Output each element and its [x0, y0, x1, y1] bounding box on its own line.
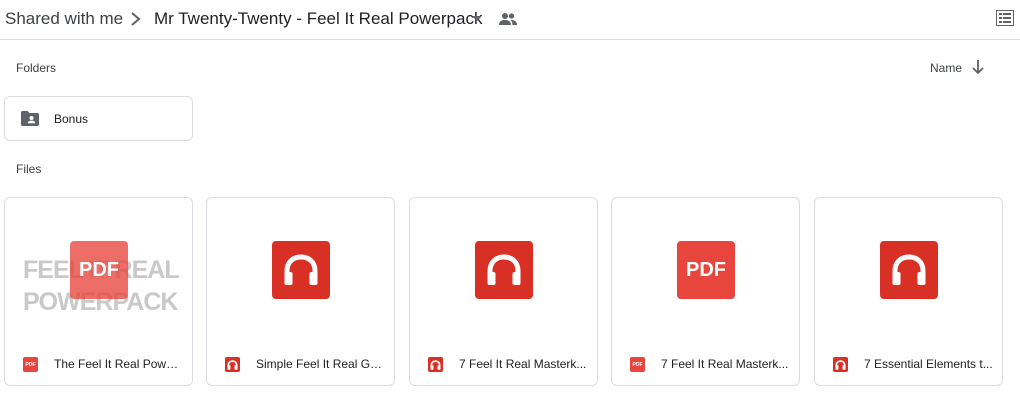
shared-people-icon	[499, 13, 517, 25]
file-thumbnail: PDF	[612, 198, 799, 342]
pdf-file-icon: PDF	[630, 357, 645, 372]
file-footer: 7 Essential Elements t...	[815, 342, 1002, 385]
file-thumbnail: FEEL IT REAL POWERPACK PDF	[5, 198, 192, 342]
pdf-icon: PDF	[70, 241, 128, 299]
pdf-file-icon: PDF	[23, 357, 38, 372]
file-card[interactable]: FEEL IT REAL POWERPACK PDF PDF The Feel …	[4, 197, 193, 386]
file-card[interactable]: 7 Essential Elements t...	[814, 197, 1003, 386]
file-card[interactable]: Simple Feel It Real Gui...	[206, 197, 395, 386]
folders-section-label: Folders	[16, 61, 57, 75]
breadcrumb-bar: Shared with me Mr Twenty-Twenty - Feel I…	[0, 0, 1020, 40]
headphones-icon	[880, 241, 938, 299]
shared-folder-icon	[21, 111, 39, 126]
headphones-icon	[272, 241, 330, 299]
files-section-label: Files	[16, 162, 42, 176]
pdf-icon: PDF	[677, 241, 735, 299]
file-footer: PDF 7 Feel It Real Masterk...	[612, 342, 799, 385]
file-card[interactable]: PDF PDF 7 Feel It Real Masterk...	[611, 197, 800, 386]
file-name: 7 Essential Elements t...	[864, 357, 993, 371]
arrow-down-icon[interactable]	[970, 58, 986, 76]
sort-by-name-button[interactable]: Name	[930, 61, 962, 75]
file-footer: Simple Feel It Real Gui...	[207, 342, 394, 385]
chevron-right-icon	[131, 12, 141, 26]
file-thumbnail	[815, 198, 1002, 342]
folder-card-bonus[interactable]: Bonus	[4, 96, 193, 141]
file-thumbnail	[410, 198, 597, 342]
folder-name: Bonus	[54, 112, 89, 126]
file-thumbnail	[207, 198, 394, 342]
list-view-icon[interactable]	[996, 10, 1014, 26]
file-name: 7 Feel It Real Masterk...	[459, 357, 587, 371]
file-name: Simple Feel It Real Gui...	[256, 357, 386, 371]
breadcrumb-current-folder[interactable]: Mr Twenty-Twenty - Feel It Real Powerpac…	[154, 9, 482, 29]
audio-file-icon	[833, 357, 848, 372]
file-name: 7 Feel It Real Masterk...	[661, 357, 789, 371]
audio-file-icon	[428, 357, 443, 372]
breadcrumb-shared-with-me[interactable]: Shared with me	[5, 9, 123, 29]
file-name: The Feel It Real Power...	[54, 357, 184, 371]
file-footer: 7 Feel It Real Masterk...	[410, 342, 597, 385]
dropdown-caret-icon[interactable]	[471, 15, 483, 23]
file-card[interactable]: 7 Feel It Real Masterk...	[409, 197, 598, 386]
file-footer: PDF The Feel It Real Power...	[5, 342, 192, 385]
audio-file-icon	[225, 357, 240, 372]
headphones-icon	[475, 241, 533, 299]
